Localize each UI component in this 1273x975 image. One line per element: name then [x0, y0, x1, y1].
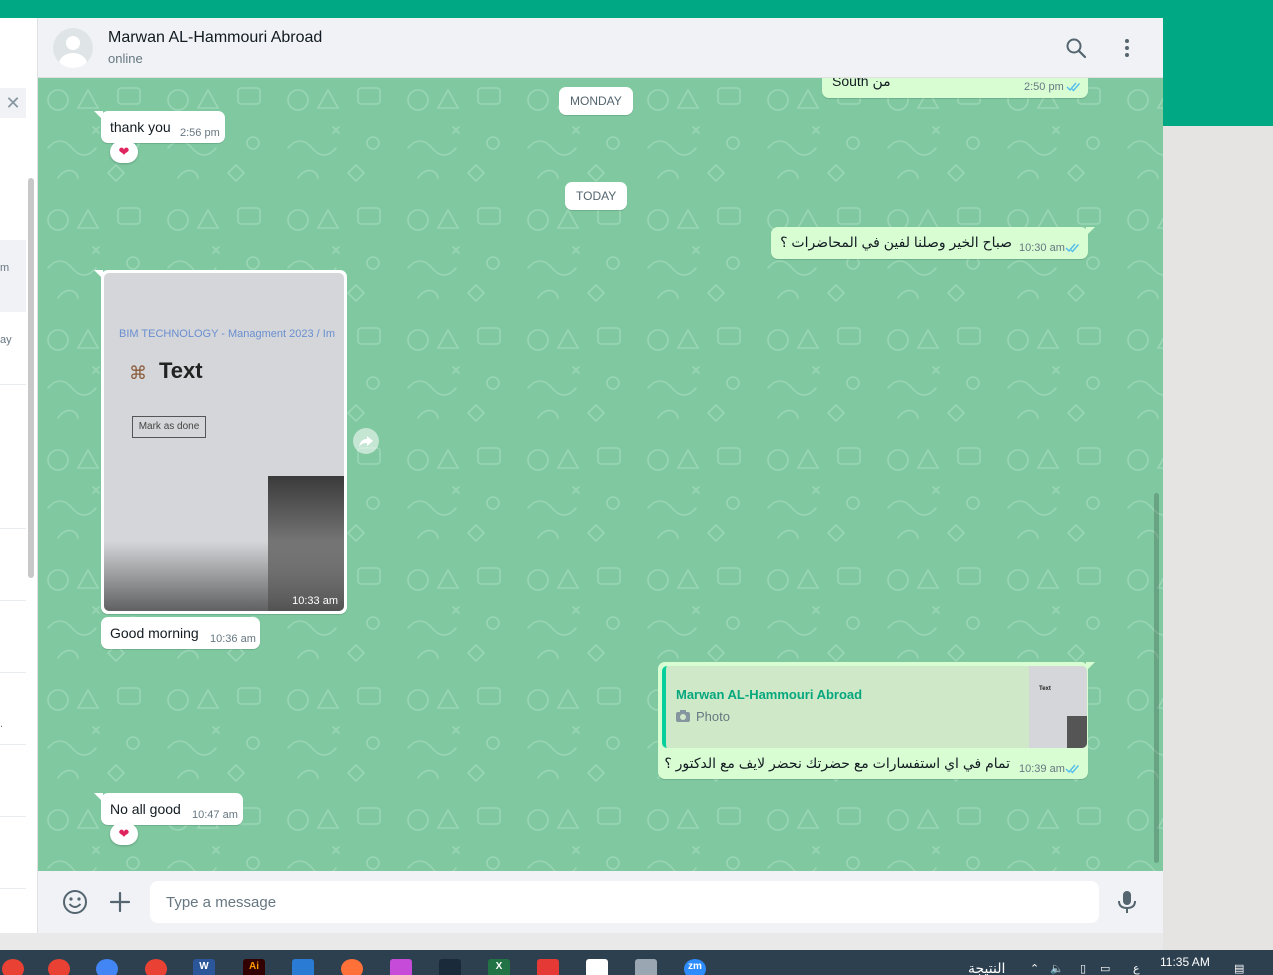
volume-icon[interactable]: 🔈 [1050, 962, 1064, 975]
date-divider: MONDAY [559, 87, 633, 115]
message-time: 10:39 am [1019, 763, 1065, 775]
chat-list-panel: ✕ m ay . [0, 18, 38, 933]
clock[interactable]: 11:35 AM [1160, 955, 1210, 969]
divider [0, 672, 26, 673]
chat-list-item-selected[interactable] [0, 240, 26, 312]
message-incoming[interactable]: thank you 2:56 pm [94, 111, 225, 143]
chrome-icon[interactable] [96, 959, 118, 975]
divider [0, 384, 26, 385]
divider [0, 816, 26, 817]
chrome-icon[interactable] [2, 959, 24, 975]
forward-icon[interactable] [353, 428, 379, 454]
message-text: تمام في اي استفسارات مع حضرتك نحضر لايف … [664, 755, 1010, 771]
read-ticks-icon [1066, 82, 1081, 92]
firefox-icon[interactable] [341, 959, 363, 975]
divider [0, 744, 26, 745]
weather-widget[interactable]: النتيجة [968, 960, 1005, 975]
pdf-icon[interactable] [586, 959, 608, 975]
message-time: 10:30 am [1019, 242, 1065, 254]
illustrator-icon[interactable]: Ai [243, 959, 265, 975]
language-indicator[interactable]: ع [1133, 962, 1140, 975]
quoted-author: Marwan AL-Hammouri Abroad [676, 687, 863, 702]
photo-message[interactable]: BIM TECHNOLOGY - Managment 2023 / Im ⌘ T… [94, 270, 347, 614]
message-list-scrollbar[interactable] [1154, 493, 1159, 863]
app-icon[interactable] [390, 959, 412, 975]
word-icon[interactable]: W [193, 959, 215, 975]
date-divider: TODAY [565, 182, 628, 210]
read-ticks-icon [1065, 243, 1080, 253]
emoji-icon[interactable] [62, 889, 88, 915]
contact-status: online [108, 51, 143, 66]
chat-list-item-fragment: . [0, 718, 4, 730]
notification-icon[interactable]: ▤ [1234, 962, 1244, 975]
command-icon: ⌘ [129, 363, 147, 383]
message-list[interactable]: South من 2:50 pm MONDAY thank you 2:56 p… [38, 78, 1163, 871]
message-text: South من [832, 78, 891, 89]
excel-icon[interactable]: X [488, 959, 510, 975]
chat-header[interactable]: Marwan AL-Hammouri Abroad online [38, 18, 1163, 78]
photo-thumbnail[interactable]: BIM TECHNOLOGY - Managment 2023 / Im ⌘ T… [104, 273, 344, 611]
window-background [1163, 126, 1273, 950]
chrome-icon[interactable] [145, 959, 167, 975]
photo-title-text: Text [159, 358, 203, 383]
heart-icon[interactable]: ❤ [110, 823, 138, 845]
heart-icon[interactable]: ❤ [110, 141, 138, 163]
message-incoming[interactable]: No all good 10:47 am [94, 793, 243, 825]
zoom-icon[interactable]: zm [684, 959, 706, 975]
photo-breadcrumb-text: BIM TECHNOLOGY - Managment 2023 / Im [119, 328, 336, 340]
chrome-icon[interactable] [48, 959, 70, 975]
divider [0, 888, 26, 889]
message-time: 10:36 am [210, 633, 256, 645]
message-outgoing[interactable]: صباح الخير وصلنا لفين في المحاضرات ؟ 10:… [771, 227, 1095, 259]
read-ticks-icon [1065, 764, 1080, 774]
close-icon[interactable]: ✕ [0, 88, 26, 118]
message-text: صباح الخير وصلنا لفين في المحاضرات ؟ [780, 234, 1012, 250]
taskbar: W Ai X zm النتيجة ⌃ 🔈 ▯ ▭ ع 11:35 AM ▤ [0, 950, 1273, 975]
search-icon[interactable] [1064, 36, 1088, 60]
message-time: 2:56 pm [180, 127, 220, 139]
quoted-photo-thumbnail: Text [1029, 666, 1087, 748]
contact-name[interactable]: Marwan AL-Hammouri Abroad [108, 29, 322, 47]
message-outgoing[interactable]: South من 2:50 pm [822, 78, 1088, 98]
vertical-dots-icon[interactable] [1115, 36, 1139, 60]
message-input[interactable] [150, 881, 1099, 923]
avatar[interactable] [53, 28, 93, 68]
chat-list-scrollbar[interactable] [28, 178, 34, 578]
message-time: 10:47 am [192, 809, 238, 821]
app-icon[interactable] [292, 959, 314, 975]
quoted-message[interactable]: Marwan AL-Hammouri Abroad Photo Text [662, 666, 1087, 748]
photo-button-text: Mark as done [132, 416, 206, 438]
chat-list-item-fragment: ay [0, 334, 12, 346]
divider [0, 600, 26, 601]
app-icon[interactable] [537, 959, 559, 975]
message-time: 2:50 pm [1024, 81, 1064, 93]
app-icon[interactable] [635, 959, 657, 975]
quoted-label: Photo [696, 709, 730, 724]
divider [0, 528, 26, 529]
tray-chevron-icon[interactable]: ⌃ [1030, 962, 1039, 975]
message-text: No all good [110, 801, 181, 817]
chat-list-item-fragment: m [0, 262, 10, 274]
app-icon[interactable] [439, 959, 461, 975]
message-text: thank you [110, 119, 171, 135]
message-composer [38, 871, 1163, 933]
battery-icon[interactable]: ▯ [1080, 962, 1086, 975]
plus-icon[interactable] [108, 890, 132, 914]
message-time: 10:33 am [292, 595, 338, 607]
microphone-icon[interactable] [1115, 889, 1139, 915]
network-icon[interactable]: ▭ [1100, 962, 1110, 975]
camera-icon [676, 710, 690, 722]
message-incoming[interactable]: Good morning 10:36 am [101, 617, 260, 649]
message-outgoing-reply[interactable]: Marwan AL-Hammouri Abroad Photo Text تما… [658, 662, 1095, 779]
message-text: Good morning [110, 625, 199, 641]
